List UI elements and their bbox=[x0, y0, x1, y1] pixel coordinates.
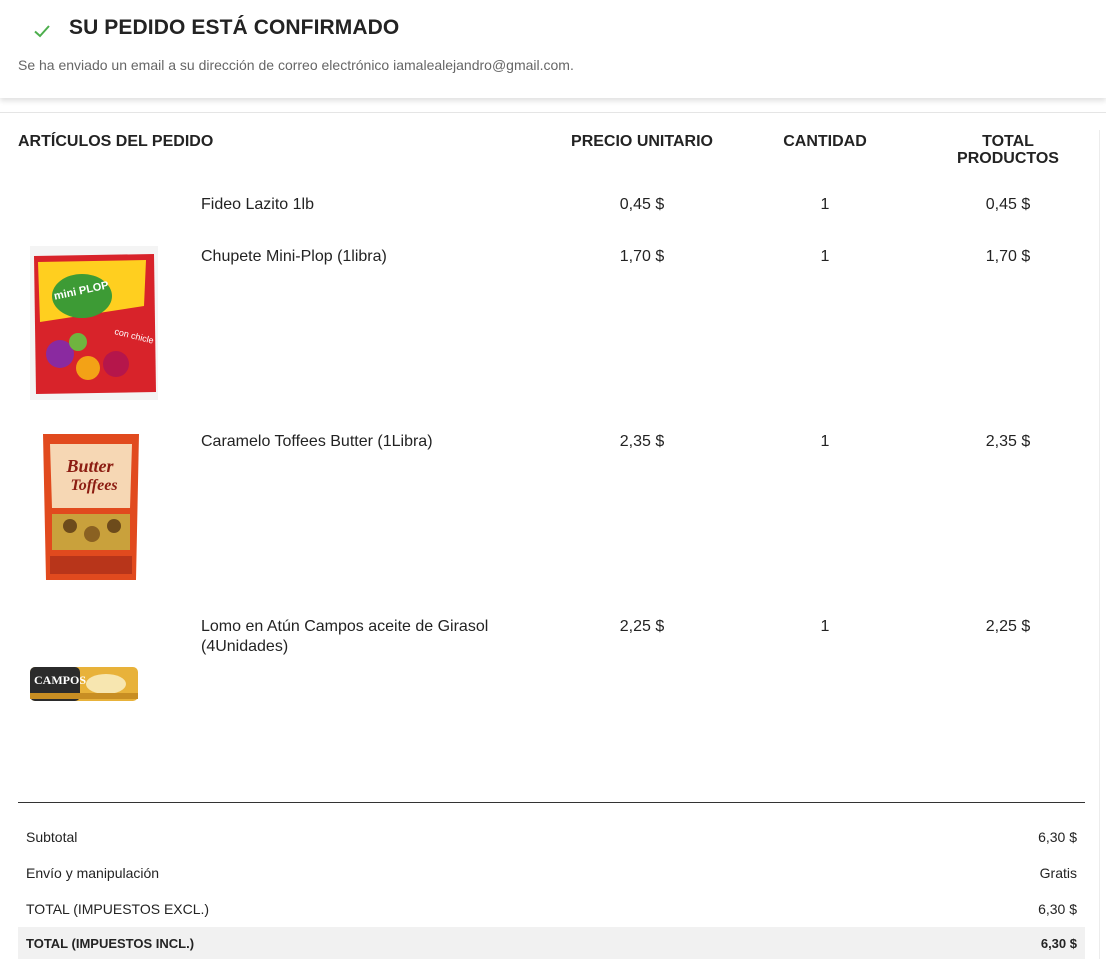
product-unit-price: 2,25 $ bbox=[619, 618, 665, 635]
header-divider bbox=[0, 112, 1106, 113]
svg-text:Butter: Butter bbox=[65, 456, 114, 476]
product-quantity: 1 bbox=[820, 196, 830, 213]
product-image-butter-toffees[interactable]: Butter Toffees bbox=[40, 430, 142, 584]
column-header-total: TOTAL PRODUCTOS bbox=[908, 133, 1106, 167]
svg-text:Toffees: Toffees bbox=[70, 477, 117, 494]
product-quantity: 1 bbox=[820, 618, 830, 635]
column-header-quantity: CANTIDAD bbox=[783, 133, 867, 150]
product-name[interactable]: Caramelo Toffees Butter (1Libra) bbox=[201, 432, 521, 452]
product-unit-price: 0,45 $ bbox=[619, 196, 665, 213]
summary-shipping: Envío y manipulación Gratis bbox=[18, 856, 1085, 890]
column-header-unit-price: PRECIO UNITARIO bbox=[571, 133, 713, 150]
product-total: 2,35 $ bbox=[985, 433, 1031, 450]
product-unit-price: 2,35 $ bbox=[619, 433, 665, 450]
product-name[interactable]: Fideo Lazito 1lb bbox=[201, 195, 521, 215]
summary-divider bbox=[18, 802, 1085, 803]
column-header-total-line1: TOTAL bbox=[982, 133, 1034, 150]
total-excl-value: 6,30 $ bbox=[1038, 901, 1077, 917]
product-name[interactable]: Chupete Mini-Plop (1libra) bbox=[201, 247, 521, 267]
product-total: 2,25 $ bbox=[985, 618, 1031, 635]
product-total: 1,70 $ bbox=[985, 248, 1031, 265]
product-unit-price: 1,70 $ bbox=[619, 248, 665, 265]
summary-total-incl: TOTAL (IMPUESTOS INCL.) 6,30 $ bbox=[18, 927, 1085, 959]
total-excl-label: TOTAL (IMPUESTOS EXCL.) bbox=[26, 901, 210, 917]
svg-text:CAMPOS: CAMPOS bbox=[34, 673, 86, 687]
subtotal-value: 6,30 $ bbox=[1038, 829, 1077, 845]
product-quantity: 1 bbox=[820, 248, 830, 265]
column-header-items: ARTÍCULOS DEL PEDIDO bbox=[18, 133, 214, 150]
product-name[interactable]: Lomo en Atún Campos aceite de Girasol (4… bbox=[201, 617, 521, 657]
product-quantity: 1 bbox=[820, 433, 830, 450]
column-header-total-line2: PRODUCTOS bbox=[957, 150, 1059, 167]
subtotal-label: Subtotal bbox=[26, 829, 78, 845]
check-icon bbox=[34, 25, 50, 38]
page-title: SU PEDIDO ESTÁ CONFIRMADO bbox=[69, 16, 400, 39]
summary-subtotal: Subtotal 6,30 $ bbox=[18, 820, 1085, 854]
total-incl-value: 6,30 $ bbox=[1040, 936, 1077, 951]
email-confirmation-text: Se ha enviado un email a su dirección de… bbox=[18, 57, 574, 73]
total-incl-label: TOTAL (IMPUESTOS INCL.) bbox=[26, 936, 195, 951]
confirmation-header: SU PEDIDO ESTÁ CONFIRMADO Se ha enviado … bbox=[0, 0, 1106, 98]
summary-total-excl: TOTAL (IMPUESTOS EXCL.) 6,30 $ bbox=[18, 892, 1085, 926]
product-total: 0,45 $ bbox=[985, 196, 1031, 213]
shipping-label: Envío y manipulación bbox=[26, 865, 160, 881]
shipping-value: Gratis bbox=[1039, 865, 1077, 881]
product-image-campos-tuna[interactable]: CAMPOS bbox=[28, 659, 140, 707]
product-image-mini-plop[interactable]: mini PLOP con chicle bbox=[30, 246, 158, 400]
